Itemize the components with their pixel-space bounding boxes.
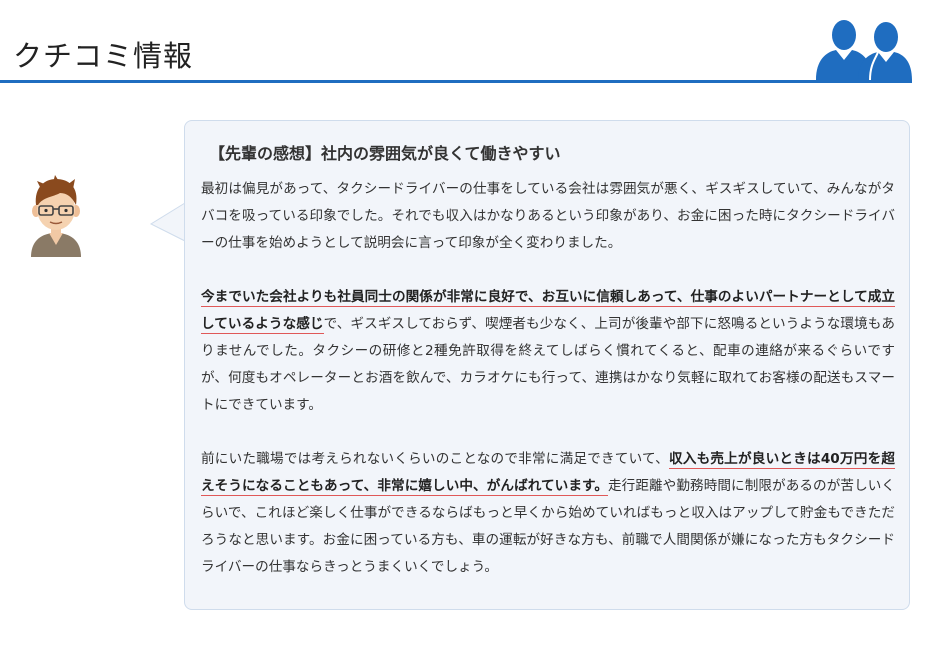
avatar-icon: [31, 175, 81, 257]
section-title: クチコミ情報: [13, 39, 194, 73]
paragraph-text: 前にいた職場では考えられないくらいのことなので非常に満足できていて、: [201, 451, 669, 467]
paragraph-text: 最初は偏見があって、タクシードライバーの仕事をしている会社は雰囲気が悪く、ギスギ…: [201, 181, 895, 251]
section-header: クチコミ情報: [0, 0, 912, 83]
people-icon: [816, 20, 912, 80]
review-paragraph: 今までいた会社よりも社員同士の関係が非常に良好で、お互いに信頼しあって、仕事のよ…: [201, 284, 895, 419]
review-paragraph: 最初は偏見があって、タクシードライバーの仕事をしている会社は雰囲気が悪く、ギスギ…: [201, 176, 895, 257]
review-bubble: 【先輩の感想】社内の雰囲気が良くて働きやすい 最初は偏見があって、タクシードライ…: [184, 120, 910, 610]
review-body: 最初は偏見があって、タクシードライバーの仕事をしている会社は雰囲気が悪く、ギスギ…: [201, 176, 895, 608]
review-paragraph: 前にいた職場では考えられないくらいのことなので非常に満足できていて、収入も売上が…: [201, 446, 895, 581]
bubble-tail: [150, 202, 186, 242]
review-title: 【先輩の感想】社内の雰囲気が良くて働きやすい: [209, 144, 561, 163]
